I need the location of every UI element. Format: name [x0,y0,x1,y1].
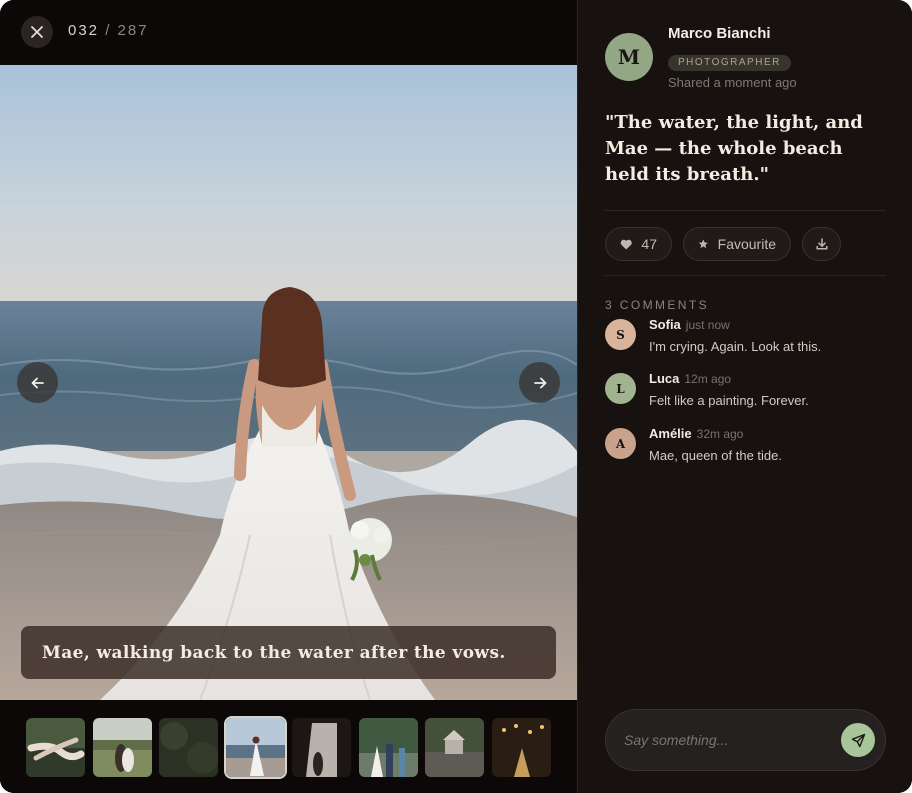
thumbnail-image [226,718,285,777]
comment-text: Felt like a painting. Forever. [649,393,809,408]
thumbnail-evening-lights[interactable] [492,718,551,777]
thumbnail-dark-foliage[interactable] [159,718,218,777]
details-panel: M Marco Bianchi PHOTOGRAPHER Shared a mo… [577,0,912,793]
send-icon [851,733,865,747]
comment-time: 32m ago [696,427,744,441]
comment-item: L Luca 12m ago Felt like a painting. Fore… [605,371,895,411]
previous-photo-button[interactable] [17,362,58,403]
photo-counter: 032 / 287 [68,22,149,39]
main-photo [0,65,577,700]
commenter-avatar[interactable]: A [605,428,636,459]
like-count: 47 [641,236,657,252]
next-photo-button[interactable] [519,362,560,403]
commenter-name: Amélie 32m ago [649,426,743,441]
favourite-button[interactable]: Favourite [683,227,791,261]
thumbnail-image [359,718,418,777]
thumbnail-strip [0,700,577,793]
commenter-avatar[interactable]: L [605,373,636,404]
commenter-name: Sofia just now [649,317,730,332]
close-button[interactable] [21,16,53,48]
thumbnail-couple-field[interactable] [93,718,152,777]
comment-text: Mae, queen of the tide. [649,448,782,463]
comments-heading: 3 COMMENTS [605,298,710,312]
counter-separator: / [105,22,112,39]
divider [605,275,886,276]
thumbnail-image [492,718,551,777]
commenter-name: Luca 12m ago [649,371,731,386]
download-button[interactable] [802,227,841,261]
close-icon [31,26,43,38]
comment-time: just now [685,318,730,332]
arrow-left-icon [31,377,44,388]
commenter-name-text[interactable]: Sofia [649,317,681,332]
thumbnail-gazebo-garden[interactable] [425,718,484,777]
comment-time: 12m ago [684,372,732,386]
counter-current: 032 [68,22,100,39]
comment-input[interactable] [624,729,824,751]
commenter-name-text[interactable]: Luca [649,371,679,386]
send-button[interactable] [841,723,875,757]
thumbnail-bride-beach[interactable] [226,718,285,777]
favourite-label: Favourite [717,236,776,252]
thumbnail-image [159,718,218,777]
comment-item: A Amélie 32m ago Mae, queen of the tide. [605,426,895,466]
download-icon [815,238,828,250]
counter-total: 287 [117,22,149,39]
heart-icon [620,239,632,250]
bride-on-beach-image [0,65,577,700]
thumbnail-image [292,718,351,777]
thumbnail-image [93,718,152,777]
commenter-avatar[interactable]: S [605,319,636,350]
thumbnail-ceremony-group[interactable] [359,718,418,777]
author-name[interactable]: Marco Bianchi [668,25,771,42]
shared-time: Shared a moment ago [668,75,797,90]
star-icon [698,239,708,249]
commenter-name-text[interactable]: Amélie [649,426,692,441]
viewer-topbar: 032 / 287 [0,0,577,64]
role-badge: PHOTOGRAPHER [668,55,791,71]
comment-composer [605,709,886,771]
comment-item: S Sofia just now I'm crying. Again. Look … [605,317,895,357]
thumbnail-doorway-silhouette[interactable] [292,718,351,777]
thumbnail-image [26,718,85,777]
like-button[interactable]: 47 [605,227,672,261]
photo-caption: Mae, walking back to the water after the… [21,626,556,679]
arrow-right-icon [533,377,546,388]
author-avatar[interactable]: M [605,33,653,81]
photo-lightbox: 032 / 287 Mae, walking back to the water… [0,0,912,793]
post-quote: "The water, the light, and Mae — the who… [605,112,863,185]
comment-text: I'm crying. Again. Look at this. [649,339,822,354]
thumbnail-holding-hands[interactable] [26,718,85,777]
photo-viewer: 032 / 287 Mae, walking back to the water… [0,0,577,793]
thumbnail-image [425,718,484,777]
divider [605,210,886,211]
